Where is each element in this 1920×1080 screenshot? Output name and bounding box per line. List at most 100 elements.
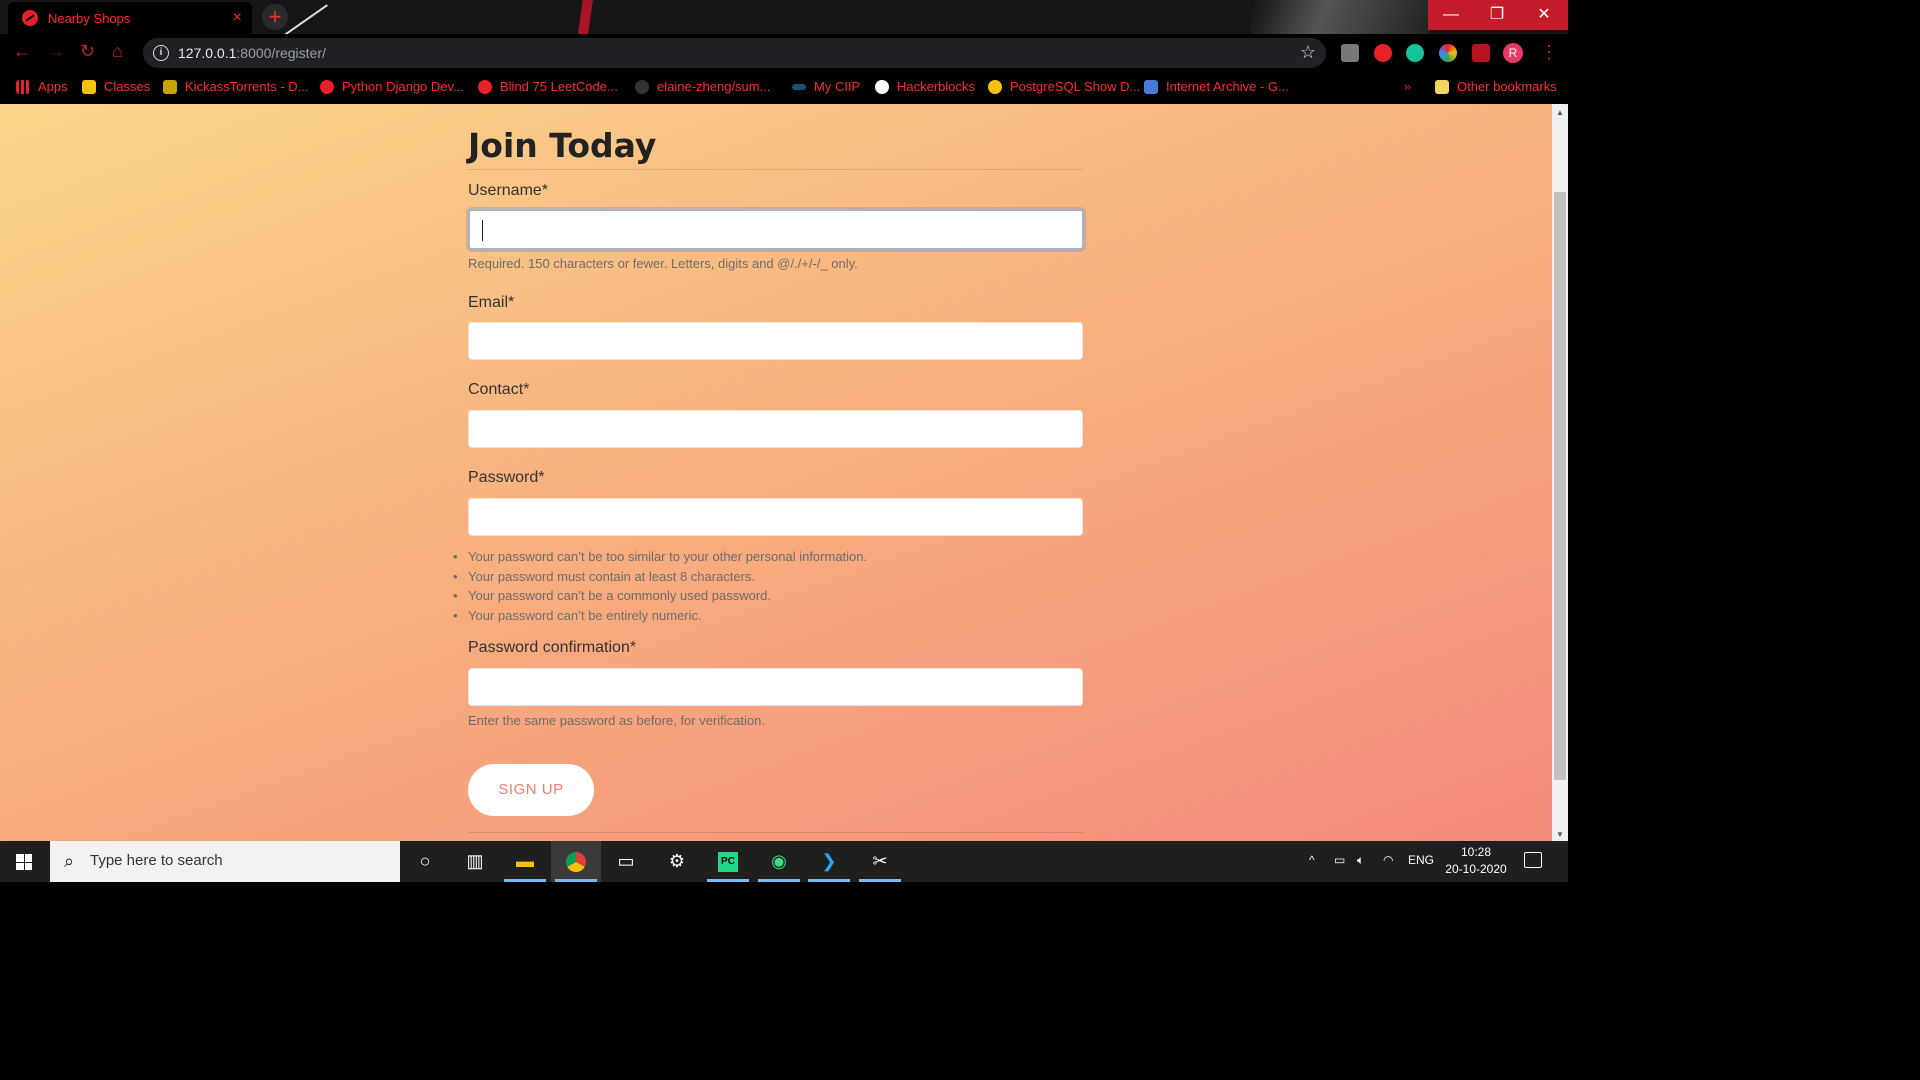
search-placeholder: Type here to search xyxy=(90,852,223,869)
bookmark-label: elaine-zheng/sum... xyxy=(657,79,771,94)
profile-avatar[interactable]: R xyxy=(1503,43,1523,63)
address-bar[interactable]: i 127.0.0.1:8000/register/ ☆ xyxy=(143,38,1326,68)
page-scrollbar[interactable]: ▲ ▼ xyxy=(1552,104,1568,841)
site-info-icon[interactable]: i xyxy=(153,45,169,61)
maximize-button[interactable]: ❐ xyxy=(1474,0,1520,30)
forward-arrow-icon[interactable]: → xyxy=(47,41,65,62)
url-text[interactable]: 127.0.0.1:8000/register/ xyxy=(178,45,326,61)
puzzle-extensions-icon[interactable] xyxy=(1472,44,1490,62)
contact-input[interactable] xyxy=(469,411,1082,447)
password-input[interactable] xyxy=(469,499,1082,535)
apps-grid-icon xyxy=(16,79,30,94)
bookmark-apps[interactable]: Apps xyxy=(16,79,68,94)
username-label: Username* xyxy=(468,182,549,199)
bookmark-postgres[interactable]: PostgreSQL Show D... xyxy=(988,79,1140,94)
classroom-icon xyxy=(82,79,96,94)
language-indicator[interactable]: ENG xyxy=(1408,853,1434,867)
bookmark-star-icon[interactable]: ☆ xyxy=(1300,42,1316,63)
contact-field[interactable] xyxy=(468,410,1083,448)
password-rule: Your password can’t be too similar to yo… xyxy=(453,547,867,567)
chrome-icon[interactable] xyxy=(551,841,601,882)
github-icon xyxy=(635,79,649,94)
minimize-button[interactable]: — xyxy=(1428,0,1474,30)
url-host: 127.0.0.1 xyxy=(178,45,237,61)
home-icon[interactable]: ⌂ xyxy=(112,41,123,62)
more-bookmarks-chevron-icon[interactable]: » xyxy=(1404,79,1411,94)
wallpaper-line xyxy=(284,4,328,34)
browser-menu-icon[interactable]: ⋮ xyxy=(1540,42,1558,63)
adblock-extension-icon[interactable] xyxy=(1374,44,1392,62)
password-field[interactable] xyxy=(468,498,1083,536)
task-view-icon[interactable]: ▥ xyxy=(450,841,500,882)
bookmark-leetcode[interactable]: Blind 75 LeetCode... xyxy=(478,79,618,94)
pycharm-icon[interactable]: PC xyxy=(703,841,753,882)
folder-icon xyxy=(1435,79,1449,94)
taskbar-search-box[interactable]: ⌕ Type here to search xyxy=(50,841,400,882)
windows-taskbar: ⌕ Type here to search ○ ▥ ▬ ▭ ⚙ PC ◉ ❯ ✂… xyxy=(0,841,1568,882)
password-rule: Your password must contain at least 8 ch… xyxy=(453,567,867,587)
bookmark-label: KickassTorrents - D... xyxy=(185,79,309,94)
page-title: Join Today xyxy=(468,126,657,165)
bookmark-kickass[interactable]: KickassTorrents - D... xyxy=(163,79,309,94)
cortana-icon[interactable]: ○ xyxy=(400,841,450,882)
tab-favicon-icon xyxy=(22,10,38,26)
password-confirmation-label: Password confirmation* xyxy=(468,639,637,656)
postgres-site-icon xyxy=(988,79,1002,94)
scroll-down-arrow-icon[interactable]: ▼ xyxy=(1556,830,1564,839)
page-content: Join Today Username* Required. 150 chara… xyxy=(0,104,1552,841)
scroll-up-arrow-icon[interactable]: ▲ xyxy=(1556,108,1564,117)
form-bottom-divider xyxy=(468,832,1083,833)
bookmark-internet-archive[interactable]: Internet Archive - G... xyxy=(1144,79,1289,94)
password-confirmation-field[interactable] xyxy=(468,668,1083,706)
title-divider xyxy=(468,169,1083,170)
wallpaper-shade xyxy=(1250,0,1430,34)
file-explorer-icon[interactable]: ▬ xyxy=(500,841,550,882)
snipping-tool-icon[interactable]: ✂ xyxy=(855,841,905,882)
battery-icon[interactable]: ▭ xyxy=(1334,853,1345,867)
bookmark-django[interactable]: Python Django Dev... xyxy=(320,79,464,94)
bookmark-label: My CIIP xyxy=(814,79,861,94)
bookmark-label: PostgreSQL Show D... xyxy=(1010,79,1141,94)
show-hidden-icons-chevron-icon[interactable]: ^ xyxy=(1309,853,1315,867)
sign-up-button[interactable]: SIGN UP xyxy=(468,764,594,816)
username-field[interactable] xyxy=(468,209,1084,250)
email-input[interactable] xyxy=(469,323,1082,359)
terminal-icon[interactable]: ▭ xyxy=(601,841,651,882)
leetcode-site-icon xyxy=(478,79,492,94)
start-button[interactable] xyxy=(0,841,48,882)
back-arrow-icon[interactable]: ← xyxy=(13,41,31,62)
search-icon: ⌕ xyxy=(64,851,75,871)
bookmark-classes[interactable]: Classes xyxy=(82,79,150,94)
bookmark-label: Internet Archive - G... xyxy=(1166,79,1289,94)
username-input[interactable] xyxy=(470,211,1082,248)
wifi-icon[interactable]: ◠ xyxy=(1383,853,1393,867)
bookmark-label: Classes xyxy=(104,79,151,94)
new-tab-button[interactable]: + xyxy=(262,4,288,30)
bookmark-label: Python Django Dev... xyxy=(342,79,464,94)
vscode-icon[interactable]: ❯ xyxy=(804,841,854,882)
close-window-button[interactable]: ✕ xyxy=(1520,0,1568,30)
hackerblocks-icon xyxy=(875,79,889,94)
grammarly-extension-icon[interactable] xyxy=(1406,44,1424,62)
bookmark-other[interactable]: Other bookmarks xyxy=(1435,79,1557,94)
tab-close-icon[interactable]: × xyxy=(233,9,242,27)
android-studio-icon[interactable]: ◉ xyxy=(754,841,804,882)
color-picker-extension-icon[interactable] xyxy=(1439,44,1457,62)
username-help-text: Required. 150 characters or fewer. Lette… xyxy=(468,256,858,271)
scrollbar-thumb[interactable] xyxy=(1554,192,1566,780)
settings-gear-icon[interactable]: ⚙ xyxy=(652,841,702,882)
bookmark-label: Hackerblocks xyxy=(897,79,976,94)
bookmark-github[interactable]: elaine-zheng/sum... xyxy=(635,79,770,94)
password-confirmation-input[interactable] xyxy=(469,669,1082,705)
clock-date: 20-10-2020 xyxy=(1445,862,1507,876)
notification-center-icon[interactable] xyxy=(1524,852,1542,868)
volume-icon[interactable]: 🔈︎ xyxy=(1357,853,1364,868)
bookmark-myciip[interactable]: My CIIP xyxy=(792,79,860,94)
email-field[interactable] xyxy=(468,322,1083,360)
taskbar-clock[interactable]: 10:28 20-10-2020 xyxy=(1440,844,1512,878)
bookmark-hackerblocks[interactable]: Hackerblocks xyxy=(875,79,975,94)
extension-icon[interactable] xyxy=(1341,44,1359,62)
reload-icon[interactable]: ↻ xyxy=(80,41,95,62)
browser-tab[interactable]: Nearby Shops × xyxy=(8,2,252,34)
password-label: Password* xyxy=(468,469,545,486)
